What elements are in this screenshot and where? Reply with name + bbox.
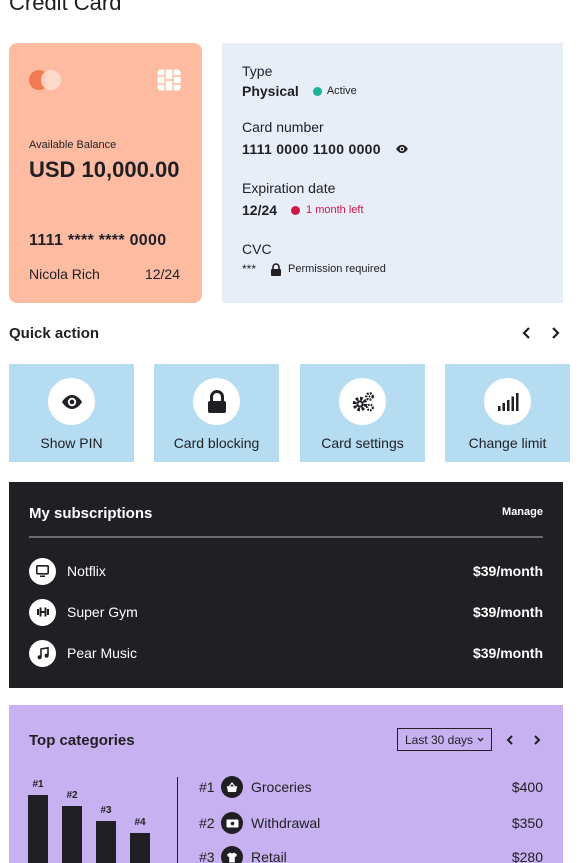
top-categories-panel: Top categories Last 30 days #1 #2 #3 #4 #1 … xyxy=(9,705,563,863)
chevron-right-icon[interactable] xyxy=(532,733,541,747)
category-name: Retail xyxy=(251,849,287,863)
category-row[interactable]: #2 Withdrawal $350 xyxy=(199,811,543,835)
card-blocking-button[interactable]: Card blocking xyxy=(154,364,279,462)
balance-label: Available Balance xyxy=(29,139,117,151)
category-bar-label: #3 xyxy=(100,804,112,816)
tv-icon xyxy=(29,557,56,585)
subscription-price: $39/month xyxy=(472,645,543,661)
card-number-label: Card number xyxy=(242,119,324,135)
category-name: Groceries xyxy=(251,779,312,795)
active-status-dot xyxy=(312,86,322,96)
subscription-name: Super Gym xyxy=(67,604,138,620)
date-range-value: Last 30 days xyxy=(404,732,474,747)
quick-action-title: Quick action xyxy=(9,325,100,342)
subscription-name: Pear Music xyxy=(67,645,138,661)
card-number-row: 1111 0000 1100 0000 xyxy=(242,141,409,157)
category-bar-label: #4 xyxy=(134,817,146,829)
category-bar-label: #1 xyxy=(32,779,44,790)
balance-value: USD 10,000.00 xyxy=(29,157,180,182)
subscriptions-divider xyxy=(29,536,543,538)
chevron-left-icon[interactable] xyxy=(505,733,514,747)
category-rank: #2 xyxy=(199,815,215,831)
category-name: Withdrawal xyxy=(251,815,321,831)
subscription-row[interactable]: Super Gym $39/month xyxy=(29,598,543,626)
categories-divider xyxy=(177,777,178,863)
category-rank: #1 xyxy=(199,779,215,795)
change-limit-icon-circle xyxy=(484,378,531,425)
cvc-label: CVC xyxy=(242,241,272,257)
card-number-masked: 1111 **** **** 0000 xyxy=(29,232,167,249)
cash-icon xyxy=(221,812,243,834)
chevron-down-icon xyxy=(477,737,484,742)
expiration-row: 12/24 1 month left xyxy=(242,202,364,218)
lock-icon xyxy=(271,262,282,276)
reveal-number-eye-icon[interactable] xyxy=(395,142,409,156)
signal-bars-icon xyxy=(497,392,518,411)
type-value-row: Physical Active xyxy=(242,83,357,99)
music-note-icon xyxy=(29,639,56,667)
manage-subscriptions-link[interactable]: Manage xyxy=(502,506,543,518)
category-row[interactable]: #1 Groceries $400 xyxy=(199,775,543,799)
shirt-icon xyxy=(221,846,243,863)
category-bar xyxy=(130,833,150,863)
card-settings-icon-circle xyxy=(339,378,386,425)
show-pin-label: Show PIN xyxy=(40,435,103,451)
chevron-right-icon[interactable] xyxy=(551,326,560,340)
show-pin-icon-circle xyxy=(48,378,95,425)
subscription-row[interactable]: Notflix $39/month xyxy=(29,557,543,585)
expiration-note: 1 month left xyxy=(306,204,364,216)
expiration-label: Expiration date xyxy=(242,180,336,196)
chip-icon xyxy=(157,69,181,91)
card-details-panel: Type Physical Active Card number 1111 00… xyxy=(222,43,563,303)
subscriptions-panel: My subscriptions Manage Notflix $39/mont… xyxy=(9,482,563,688)
cvc-note: Permission required xyxy=(288,263,386,275)
dumbbell-icon xyxy=(29,598,56,626)
type-value: Physical xyxy=(242,83,299,99)
card-blocking-icon-circle xyxy=(193,378,240,425)
subscription-price: $39/month xyxy=(472,563,543,579)
date-range-select[interactable]: Last 30 days xyxy=(397,728,492,751)
card-brand-logo-icon xyxy=(29,70,63,90)
credit-card: Available Balance USD 10,000.00 1111 ***… xyxy=(9,43,202,303)
category-row[interactable]: #3 Retail $280 xyxy=(199,845,543,863)
lock-icon xyxy=(207,389,226,413)
category-amount: $350 xyxy=(511,815,543,831)
cvc-row: *** Permission required xyxy=(242,262,386,276)
card-settings-button[interactable]: Card settings xyxy=(300,364,425,462)
type-status: Active xyxy=(326,85,357,97)
show-pin-button[interactable]: Show PIN xyxy=(9,364,134,462)
card-blocking-label: Card blocking xyxy=(173,435,260,451)
category-bar-label: #2 xyxy=(66,789,78,801)
subscription-name: Notflix xyxy=(67,563,106,579)
basket-icon xyxy=(221,776,243,798)
card-settings-label: Card settings xyxy=(321,435,404,451)
subscription-price: $39/month xyxy=(472,604,543,620)
category-amount: $400 xyxy=(511,779,543,795)
change-limit-button[interactable]: Change limit xyxy=(445,364,570,462)
change-limit-label: Change limit xyxy=(468,435,547,451)
subscription-row[interactable]: Pear Music $39/month xyxy=(29,639,543,667)
card-holder-name: Nicola Rich xyxy=(29,266,100,282)
cvc-value: *** xyxy=(242,262,257,276)
category-bar xyxy=(96,820,116,863)
subscriptions-title: My subscriptions xyxy=(29,505,153,522)
quick-action-pager xyxy=(522,326,560,340)
gears-icon xyxy=(352,391,374,411)
card-expiry: 12/24 xyxy=(144,266,180,282)
category-bar xyxy=(28,795,48,863)
eye-icon xyxy=(61,394,82,409)
category-amount: $280 xyxy=(511,849,543,863)
type-label: Type xyxy=(242,63,273,79)
card-number-value: 1111 0000 1100 0000 xyxy=(242,141,381,157)
categories-pager xyxy=(505,733,541,747)
category-rank: #3 xyxy=(199,849,215,863)
top-categories-title: Top categories xyxy=(29,732,135,749)
expiration-value: 12/24 xyxy=(242,202,278,218)
page-title: Credit Card xyxy=(9,0,122,15)
chevron-left-icon[interactable] xyxy=(522,326,531,340)
expiry-warning-dot xyxy=(291,205,301,215)
category-bar xyxy=(62,805,82,863)
